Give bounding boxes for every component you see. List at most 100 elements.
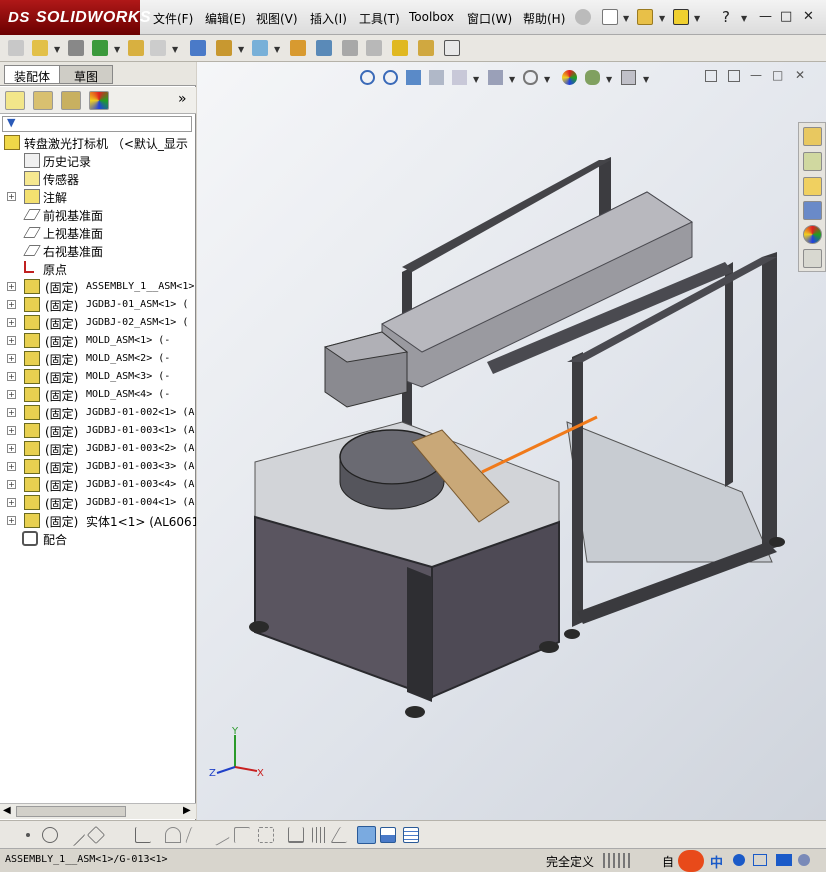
tree-component-row[interactable]: + (固定) JGDBJ-01-003<3> (A xyxy=(0,458,196,476)
paperclip-icon[interactable] xyxy=(68,40,84,56)
tree-component-row[interactable]: + (固定) 实体1<1> (AL6061+矛 xyxy=(0,512,196,530)
ime-moon-icon[interactable] xyxy=(733,854,745,866)
expand-toggle-icon[interactable]: + xyxy=(7,192,16,201)
smart-fasteners-icon[interactable] xyxy=(128,40,144,56)
table-icon[interactable] xyxy=(403,827,419,843)
expand-panel-icon[interactable]: » xyxy=(178,91,187,107)
menu-help[interactable]: 帮助(H) xyxy=(523,10,565,27)
close-button[interactable]: ✕ xyxy=(803,9,814,24)
expand-toggle-icon[interactable]: + xyxy=(7,444,16,453)
tab-assembly[interactable]: 装配体 xyxy=(4,65,61,84)
tree-item-right-plane[interactable]: 右视基准面 xyxy=(0,242,196,260)
expand-toggle-icon[interactable]: + xyxy=(7,300,16,309)
tree-item-origin[interactable]: 原点 xyxy=(0,260,196,278)
tree-item-history[interactable]: 历史记录 xyxy=(0,152,196,170)
tree-item-top-plane[interactable]: 上视基准面 xyxy=(0,224,196,242)
features-dropdown-arrow-icon[interactable]: ▼ xyxy=(238,45,244,54)
move-dropdown-arrow-icon[interactable]: ▼ xyxy=(172,45,178,54)
expand-toggle-icon[interactable]: + xyxy=(7,318,16,327)
open-folder-icon[interactable] xyxy=(637,9,653,25)
laser-marking-machine-model[interactable] xyxy=(197,62,797,782)
tree-component-row[interactable]: + (固定) MOLD_ASM<4> (- xyxy=(0,386,196,404)
polygon-icon[interactable] xyxy=(86,825,106,845)
insert-component-icon[interactable] xyxy=(8,40,24,56)
ime-language-indicator[interactable]: 中 xyxy=(710,852,723,871)
warning-dropdown-arrow-icon[interactable]: ▼ xyxy=(694,14,700,23)
sogou-ime-icon[interactable] xyxy=(678,850,704,872)
tree-component-row[interactable]: + (固定) MOLD_ASM<2> (- xyxy=(0,350,196,368)
corner-rectangle-icon[interactable] xyxy=(234,827,250,843)
appearances-icon[interactable] xyxy=(803,225,822,244)
point-icon[interactable] xyxy=(26,833,30,837)
offset-icon[interactable] xyxy=(208,824,230,846)
large-assembly-mode-icon[interactable] xyxy=(444,40,460,56)
interference-detection-icon[interactable] xyxy=(392,40,408,56)
menu-edit[interactable]: 编辑(E) xyxy=(205,10,246,27)
custom-properties-icon[interactable] xyxy=(803,249,822,268)
new-dropdown-arrow-icon[interactable]: ▼ xyxy=(623,14,629,23)
tree-component-row[interactable]: + (固定) JGDBJ-01-004<1> (A xyxy=(0,494,196,512)
scroll-right-icon[interactable]: ▶ xyxy=(183,805,191,816)
design-library-icon[interactable] xyxy=(803,152,822,171)
tree-component-row[interactable]: + (固定) JGDBJ-02_ASM<1> ( xyxy=(0,314,196,332)
pattern-dropdown-arrow-icon[interactable]: ▼ xyxy=(114,45,120,54)
new-motion-study-icon[interactable] xyxy=(290,40,306,56)
ime-punctuation-icon[interactable] xyxy=(753,854,767,866)
restore-button[interactable]: □ xyxy=(780,9,792,24)
expand-toggle-icon[interactable]: + xyxy=(7,372,16,381)
ime-user-icon[interactable] xyxy=(798,854,810,866)
tree-component-row[interactable]: + (固定) JGDBJ-01-003<1> (A xyxy=(0,422,196,440)
menu-window[interactable]: 窗口(W) xyxy=(467,10,512,27)
menu-tools[interactable]: 工具(T) xyxy=(359,10,400,27)
split-horizontal-icon[interactable] xyxy=(380,827,396,843)
warning-icon[interactable] xyxy=(673,9,689,25)
assembly-features-icon[interactable] xyxy=(216,40,232,56)
tree-filter-input[interactable]: ▼ xyxy=(2,116,192,132)
expand-toggle-icon[interactable]: + xyxy=(7,336,16,345)
expand-toggle-icon[interactable]: + xyxy=(7,282,16,291)
grid-icon[interactable] xyxy=(312,827,328,843)
solidworks-logo[interactable]: DS SOLIDWORKS xyxy=(0,0,151,35)
tree-component-row[interactable]: + (固定) JGDBJ-01-003<2> (A xyxy=(0,440,196,458)
help-dropdown-arrow-icon[interactable]: ▼ xyxy=(741,14,747,23)
tree-item-mates[interactable]: 配合 xyxy=(0,530,196,548)
mate-icon[interactable] xyxy=(32,40,48,56)
explode-line-sketch-icon[interactable] xyxy=(366,40,382,56)
move-component-icon[interactable] xyxy=(150,40,166,56)
tree-component-row[interactable]: + (固定) JGDBJ-01-003<4> (A xyxy=(0,476,196,494)
horizontal-scrollbar[interactable]: ◀ ▶ xyxy=(0,803,196,819)
tree-item-annotations[interactable]: + 注解 xyxy=(0,188,196,206)
mate-dropdown-arrow-icon[interactable]: ▼ xyxy=(54,45,60,54)
tree-component-row[interactable]: + (固定) MOLD_ASM<3> (- xyxy=(0,368,196,386)
scroll-left-icon[interactable]: ◀ xyxy=(3,805,11,816)
add-relation-icon[interactable] xyxy=(330,827,356,843)
menu-file[interactable]: 文件(F) xyxy=(153,10,193,27)
reference-dropdown-arrow-icon[interactable]: ▼ xyxy=(274,45,280,54)
pushpin-icon[interactable] xyxy=(575,9,591,25)
feature-manager-icon[interactable] xyxy=(5,91,25,110)
reference-geometry-icon[interactable] xyxy=(252,40,268,56)
tree-root-assembly[interactable]: 转盘激光打标机 （<默认_显示 xyxy=(0,134,196,152)
bill-of-materials-icon[interactable] xyxy=(316,40,332,56)
solidworks-resources-icon[interactable] xyxy=(803,127,822,146)
configuration-manager-icon[interactable] xyxy=(61,91,81,110)
menu-toolbox[interactable]: Toolbox xyxy=(409,10,454,24)
expand-toggle-icon[interactable]: + xyxy=(7,390,16,399)
linear-pattern-icon[interactable] xyxy=(92,40,108,56)
circle-icon[interactable] xyxy=(42,827,58,843)
minimize-button[interactable]: — xyxy=(759,9,772,24)
file-explorer-icon[interactable] xyxy=(803,177,822,196)
graphics-area[interactable]: ▼ ▼ ▼ ▼ ▼ — □ ✕ Y X Z xyxy=(197,62,826,820)
centerpoint-rectangle-icon[interactable] xyxy=(258,827,274,843)
expand-toggle-icon[interactable]: + xyxy=(7,498,16,507)
tab-sketch[interactable]: 草图 xyxy=(59,65,114,84)
menu-insert[interactable]: 插入(I) xyxy=(310,10,347,27)
help-icon[interactable]: ? xyxy=(722,8,730,26)
instant3d-icon[interactable] xyxy=(418,40,434,56)
tree-component-row[interactable]: + (固定) JGDBJ-01_ASM<1> ( xyxy=(0,296,196,314)
fillet-icon[interactable] xyxy=(185,827,207,843)
view-palette-icon[interactable] xyxy=(803,201,822,220)
line-icon[interactable] xyxy=(62,823,86,847)
expand-toggle-icon[interactable]: + xyxy=(7,480,16,489)
expand-toggle-icon[interactable]: + xyxy=(7,354,16,363)
